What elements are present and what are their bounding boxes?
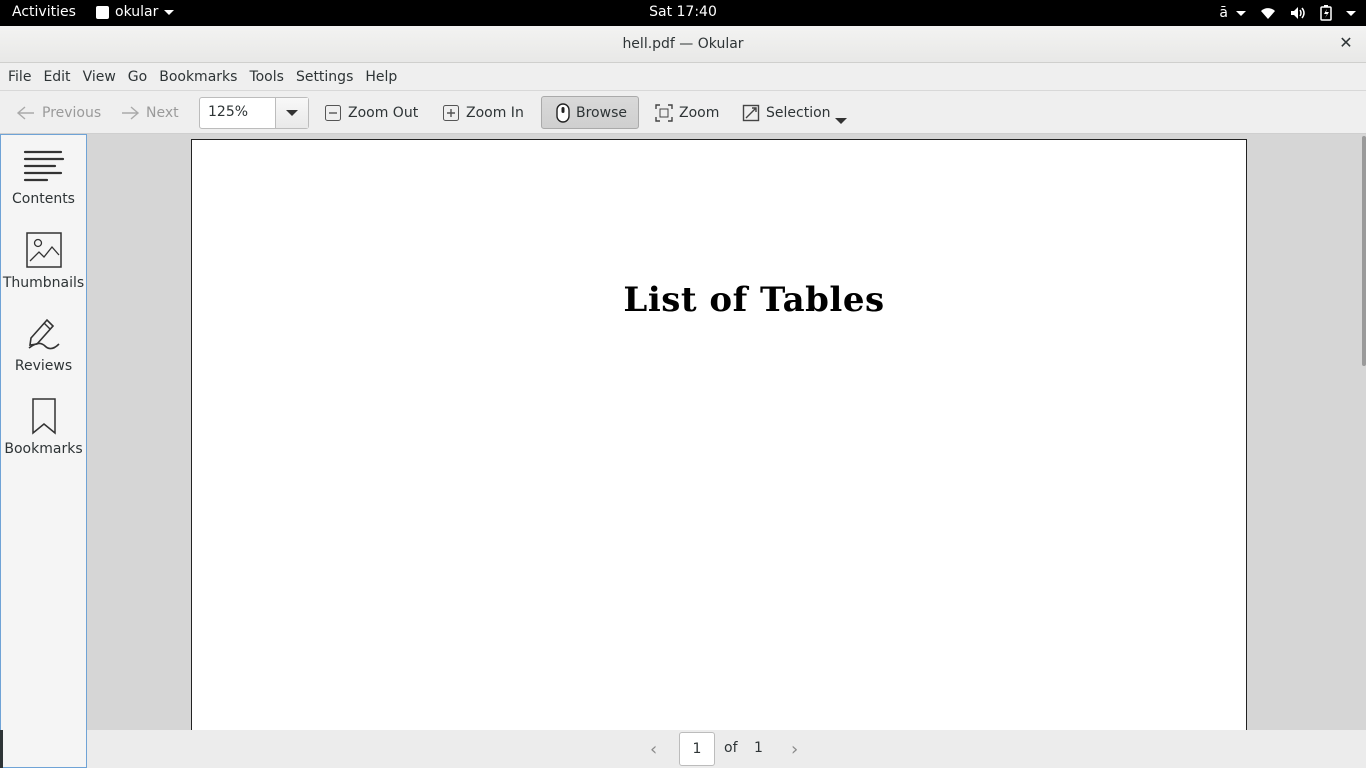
sidebar-item-label: Thumbnails [2,275,85,291]
browse-tool-button[interactable]: Browse [541,96,639,129]
zoom-tool-button[interactable]: Zoom [647,96,727,129]
menu-file[interactable]: File [8,69,37,85]
sidebar-resize-handle[interactable] [0,730,3,768]
sidebar-item-reviews[interactable]: Reviews [1,314,86,374]
app-menu[interactable]: okular [96,4,175,20]
main-toolbar: Previous Next 125% Zoom Out Zoom In Brow… [0,91,1366,134]
page-navigation-bar: ‹ 1 of 1 › [87,730,1366,768]
zoom-in-button[interactable]: Zoom In [434,96,532,129]
menubar: File Edit View Go Bookmarks Tools Settin… [0,63,1366,91]
vertical-scrollbar[interactable] [1362,136,1366,366]
system-tray[interactable]: ā [1219,3,1356,23]
menu-go[interactable]: Go [122,69,153,85]
window-title: hell.pdf — Okular [622,36,744,52]
chevron-down-icon [286,110,298,116]
browse-label: Browse [576,104,627,121]
chevron-down-icon[interactable] [1346,10,1356,16]
menu-tools[interactable]: Tools [243,69,290,85]
previous-label: Previous [42,104,102,121]
mouse-icon [556,102,570,123]
contents-icon [23,150,64,182]
selection-icon [742,104,760,121]
page-number-input[interactable]: 1 [679,732,715,766]
pdf-page: List of Tables [191,139,1247,730]
menu-settings[interactable]: Settings [290,69,359,85]
selection-label: Selection [766,104,831,121]
zoom-out-label: Zoom Out [348,104,419,121]
zoom-value[interactable]: 125% [200,98,275,128]
next-page-chevron-icon[interactable]: › [791,739,798,760]
sidebar-item-label: Reviews [14,358,73,374]
sidebar-item-label: Bookmarks [4,441,83,457]
zoom-select-icon [655,103,673,122]
next-label: Next [146,104,179,121]
menu-help[interactable]: Help [359,69,403,85]
selection-tool-button[interactable]: Selection [734,96,839,129]
sidebar-item-label: Contents [12,191,75,207]
app-menu-label: okular [115,4,159,20]
chevron-down-icon [164,9,175,15]
next-button[interactable]: Next [112,96,187,129]
arrow-right-icon [122,105,140,120]
arrow-left-icon [16,105,34,120]
zoom-in-icon [443,104,459,121]
window-titlebar: hell.pdf — Okular ✕ [0,26,1366,63]
total-pages: 1 [754,740,763,756]
previous-button[interactable]: Previous [8,96,109,129]
chevron-down-icon [1236,10,1246,16]
zoom-tool-label: Zoom [679,104,720,121]
document-view[interactable]: List of Tables [87,134,1366,730]
volume-icon[interactable] [1290,6,1306,20]
activities-button[interactable]: Activities [12,4,76,20]
sidebar-panel: Contents Thumbnails Reviews Bookmarks [0,134,87,768]
close-icon[interactable]: ✕ [1338,35,1354,51]
menu-edit[interactable]: Edit [37,69,76,85]
page-of-label: of [724,740,738,756]
zoom-out-icon [325,104,341,121]
gnome-top-bar: Activities okular Sat 17:40 ā [0,0,1366,26]
page-heading: List of Tables [623,280,885,320]
wifi-icon[interactable] [1260,6,1276,20]
zoom-in-label: Zoom In [466,104,524,121]
clock[interactable]: Sat 17:40 [0,4,1366,20]
thumbnails-icon [25,232,62,268]
bookmark-icon [31,398,56,435]
zoom-out-button[interactable]: Zoom Out [316,96,426,129]
app-icon [96,5,109,19]
input-method-indicator[interactable]: ā [1219,5,1246,21]
sidebar-item-thumbnails[interactable]: Thumbnails [1,231,86,291]
toolbar-overflow-chevron-icon[interactable] [835,118,847,124]
sidebar-item-contents[interactable]: Contents [1,149,86,207]
zoom-combobox[interactable]: 125% [199,97,309,129]
menu-bookmarks[interactable]: Bookmarks [153,69,243,85]
sidebar-item-bookmarks[interactable]: Bookmarks [1,397,86,457]
menu-view[interactable]: View [77,69,122,85]
previous-page-chevron-icon[interactable]: ‹ [650,739,657,760]
zoom-dropdown-button[interactable] [275,98,308,128]
reviews-icon [28,318,60,350]
battery-icon[interactable] [1320,5,1332,21]
